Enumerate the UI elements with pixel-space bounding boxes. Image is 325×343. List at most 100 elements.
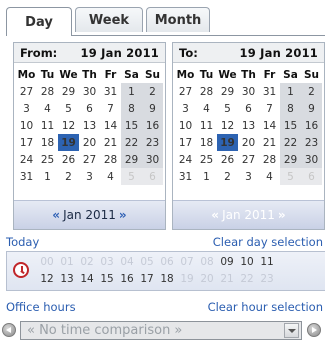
- to-day-cell[interactable]: 28: [196, 83, 217, 100]
- from-day-cell[interactable]: 18: [37, 134, 58, 151]
- hour-cell[interactable]: 16: [117, 273, 137, 289]
- to-day-cell[interactable]: 30: [301, 151, 322, 168]
- to-day-cell[interactable]: 12: [217, 117, 238, 134]
- to-day-cell[interactable]: 23: [301, 134, 322, 151]
- to-day-cell[interactable]: 16: [301, 117, 322, 134]
- from-day-cell[interactable]: 19: [58, 134, 79, 151]
- from-day-cell[interactable]: 30: [142, 151, 163, 168]
- to-day-cell[interactable]: 2: [217, 168, 238, 185]
- from-day-cell[interactable]: 21: [100, 134, 121, 151]
- to-day-cell[interactable]: 27: [175, 83, 196, 100]
- to-day-cell[interactable]: 1: [196, 168, 217, 185]
- from-day-cell[interactable]: 25: [37, 151, 58, 168]
- hour-cell[interactable]: 04: [117, 256, 137, 272]
- from-day-cell[interactable]: 3: [16, 100, 37, 117]
- clock-icon[interactable]: [13, 262, 29, 278]
- today-link[interactable]: Today: [6, 235, 39, 249]
- to-day-cell[interactable]: 6: [301, 168, 322, 185]
- to-day-cell[interactable]: 11: [196, 117, 217, 134]
- to-day-cell[interactable]: 4: [259, 168, 280, 185]
- from-day-cell[interactable]: 28: [100, 151, 121, 168]
- from-day-cell[interactable]: 8: [121, 100, 142, 117]
- from-next-month-button[interactable]: »: [116, 208, 130, 222]
- from-day-cell[interactable]: 17: [16, 134, 37, 151]
- from-day-cell[interactable]: 1: [37, 168, 58, 185]
- to-day-cell[interactable]: 28: [259, 151, 280, 168]
- from-day-cell[interactable]: 23: [142, 134, 163, 151]
- from-day-cell[interactable]: 14: [100, 117, 121, 134]
- to-day-cell[interactable]: 6: [238, 100, 259, 117]
- from-day-cell[interactable]: 29: [58, 83, 79, 100]
- from-day-cell[interactable]: 24: [16, 151, 37, 168]
- hour-cell[interactable]: 21: [217, 273, 237, 289]
- tab-week[interactable]: Week: [75, 7, 143, 32]
- from-day-cell[interactable]: 16: [142, 117, 163, 134]
- from-day-cell[interactable]: 15: [121, 117, 142, 134]
- hour-cell[interactable]: 01: [57, 256, 77, 272]
- to-day-cell[interactable]: 3: [175, 100, 196, 117]
- hour-cell[interactable]: 12: [37, 273, 57, 289]
- to-day-cell[interactable]: 9: [301, 100, 322, 117]
- to-day-cell[interactable]: 17: [175, 134, 196, 151]
- from-day-cell[interactable]: 20: [79, 134, 100, 151]
- to-prev-month-button[interactable]: «: [208, 208, 222, 222]
- clear-hour-selection-link[interactable]: Clear hour selection: [208, 300, 323, 314]
- to-day-cell[interactable]: 10: [175, 117, 196, 134]
- to-day-cell[interactable]: 30: [238, 83, 259, 100]
- to-day-cell[interactable]: 1: [280, 83, 301, 100]
- to-next-month-button[interactable]: »: [275, 208, 289, 222]
- from-day-cell[interactable]: 2: [142, 83, 163, 100]
- from-day-cell[interactable]: 13: [79, 117, 100, 134]
- hour-cell[interactable]: 08: [197, 256, 217, 272]
- chevron-down-icon[interactable]: [284, 323, 299, 338]
- from-day-cell[interactable]: 9: [142, 100, 163, 117]
- from-prev-month-button[interactable]: «: [49, 208, 63, 222]
- hour-cell[interactable]: 14: [77, 273, 97, 289]
- to-day-cell[interactable]: 25: [196, 151, 217, 168]
- hour-cell[interactable]: 13: [57, 273, 77, 289]
- hour-cell[interactable]: 05: [137, 256, 157, 272]
- to-day-cell[interactable]: 31: [175, 168, 196, 185]
- to-day-cell[interactable]: 27: [238, 151, 259, 168]
- from-day-cell[interactable]: 27: [16, 83, 37, 100]
- hour-cell[interactable]: 10: [237, 256, 257, 272]
- office-hours-link[interactable]: Office hours: [6, 300, 76, 314]
- hour-cell[interactable]: 18: [157, 273, 177, 289]
- hour-cell[interactable]: 11: [257, 256, 277, 272]
- from-day-cell[interactable]: 5: [58, 100, 79, 117]
- time-comparison-select[interactable]: « No time comparison »: [20, 321, 302, 340]
- to-day-cell[interactable]: 5: [217, 100, 238, 117]
- from-day-cell[interactable]: 6: [79, 100, 100, 117]
- to-day-cell[interactable]: 29: [217, 83, 238, 100]
- from-day-cell[interactable]: 4: [100, 168, 121, 185]
- to-day-cell[interactable]: 7: [259, 100, 280, 117]
- hour-cell[interactable]: 19: [177, 273, 197, 289]
- hour-cell[interactable]: 06: [157, 256, 177, 272]
- hour-cell[interactable]: 15: [97, 273, 117, 289]
- hour-cell[interactable]: 20: [197, 273, 217, 289]
- hour-cell[interactable]: 00: [37, 256, 57, 272]
- from-day-cell[interactable]: 28: [37, 83, 58, 100]
- from-day-cell[interactable]: 31: [16, 168, 37, 185]
- to-day-cell[interactable]: 2: [301, 83, 322, 100]
- to-day-cell[interactable]: 5: [280, 168, 301, 185]
- to-day-cell[interactable]: 3: [238, 168, 259, 185]
- to-day-cell[interactable]: 13: [238, 117, 259, 134]
- from-day-cell[interactable]: 27: [79, 151, 100, 168]
- to-day-cell[interactable]: 31: [259, 83, 280, 100]
- to-day-cell[interactable]: 14: [259, 117, 280, 134]
- from-day-cell[interactable]: 12: [58, 117, 79, 134]
- to-day-cell[interactable]: 4: [196, 100, 217, 117]
- from-day-cell[interactable]: 10: [16, 117, 37, 134]
- previous-arrow-icon[interactable]: [2, 323, 16, 337]
- to-day-cell[interactable]: 21: [259, 134, 280, 151]
- hour-cell[interactable]: 07: [177, 256, 197, 272]
- from-day-cell[interactable]: 2: [58, 168, 79, 185]
- tab-month[interactable]: Month: [146, 7, 210, 32]
- from-day-cell[interactable]: 4: [37, 100, 58, 117]
- from-day-cell[interactable]: 22: [121, 134, 142, 151]
- to-day-cell[interactable]: 8: [280, 100, 301, 117]
- from-day-cell[interactable]: 3: [79, 168, 100, 185]
- hour-cell[interactable]: 03: [97, 256, 117, 272]
- clear-day-selection-link[interactable]: Clear day selection: [213, 235, 323, 249]
